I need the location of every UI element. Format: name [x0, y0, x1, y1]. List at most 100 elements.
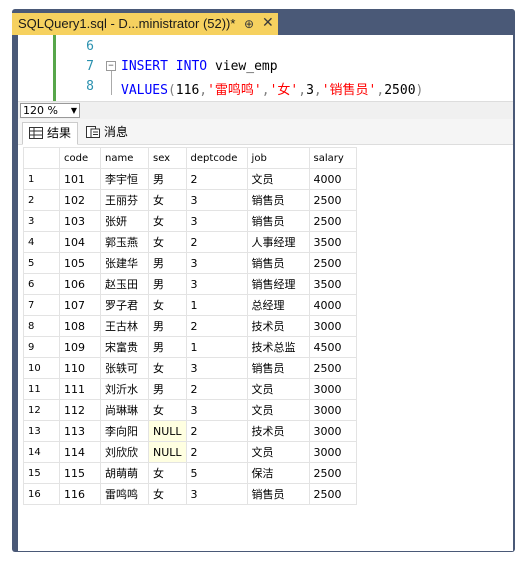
cell-salary[interactable]: 2500 — [308, 210, 357, 232]
cell-sex[interactable]: 女 — [148, 210, 187, 232]
cell-deptcode[interactable]: 1 — [185, 294, 248, 316]
cell-salary[interactable]: 2500 — [308, 462, 357, 484]
cell-salary[interactable]: 2500 — [308, 252, 357, 274]
cell-name[interactable]: 尚琳琳 — [100, 399, 149, 421]
cell-code[interactable]: 106 — [59, 273, 101, 295]
cell-deptcode[interactable]: 5 — [185, 462, 248, 484]
cell-job[interactable]: 人事经理 — [246, 231, 310, 253]
cell-code[interactable]: 114 — [59, 441, 101, 463]
cell-job[interactable]: 技术员 — [246, 420, 310, 442]
cell-code[interactable]: 102 — [59, 189, 101, 211]
row-number[interactable]: 5 — [23, 252, 60, 274]
table-row[interactable]: 9 109 宋富贵男 1 技术总监 4500 — [23, 336, 357, 358]
cell-sex[interactable]: 男 — [148, 315, 187, 337]
cell-deptcode[interactable]: 2 — [185, 168, 248, 190]
cell-sex[interactable]: 女 — [148, 189, 187, 211]
cell-code[interactable]: 105 — [59, 252, 101, 274]
sql-editor[interactable]: 6 7 8 − INSERT INTO view_emp VALUES(116,… — [18, 35, 513, 101]
row-number[interactable]: 9 — [23, 336, 60, 358]
row-number[interactable]: 16 — [23, 483, 60, 505]
cell-job[interactable]: 总经理 — [246, 294, 310, 316]
cell-deptcode[interactable]: 3 — [185, 483, 248, 505]
cell-deptcode[interactable]: 1 — [185, 336, 248, 358]
cell-sex[interactable]: 女 — [148, 357, 187, 379]
cell-job[interactable]: 保洁 — [246, 462, 310, 484]
table-row[interactable]: 11 111 刘沂水男 2 文员 3000 — [23, 378, 357, 400]
tab-messages[interactable]: 消息 — [80, 122, 134, 143]
cell-sex[interactable]: 女 — [148, 462, 187, 484]
table-row[interactable]: 3 103 张妍女 3 销售员 2500 — [23, 210, 357, 232]
table-row[interactable]: 6 106 赵玉田男 3 销售经理 3500 — [23, 273, 357, 295]
cell-sex[interactable]: 男 — [148, 378, 187, 400]
row-number[interactable]: 8 — [23, 315, 60, 337]
cell-deptcode[interactable]: 3 — [185, 252, 248, 274]
row-number[interactable]: 12 — [23, 399, 60, 421]
cell-salary[interactable]: 4000 — [308, 294, 357, 316]
row-number[interactable]: 13 — [23, 420, 60, 442]
cell-code[interactable]: 108 — [59, 315, 101, 337]
cell-deptcode[interactable]: 2 — [185, 231, 248, 253]
cell-salary[interactable]: 3500 — [308, 231, 357, 253]
cell-salary[interactable]: 3500 — [308, 273, 357, 295]
cell-name[interactable]: 李宇恒 — [100, 168, 149, 190]
row-number[interactable]: 7 — [23, 294, 60, 316]
cell-code[interactable]: 112 — [59, 399, 101, 421]
results-grid[interactable]: code name sex deptcode job salary 1 101 李宇… — [23, 147, 357, 505]
cell-sex[interactable]: 男 — [148, 252, 187, 274]
row-number[interactable]: 10 — [23, 357, 60, 379]
cell-name[interactable]: 刘欣欣 — [100, 441, 149, 463]
cell-salary[interactable]: 3000 — [308, 399, 357, 421]
cell-sex[interactable]: 男 — [148, 168, 187, 190]
column-header[interactable]: code — [59, 147, 101, 169]
cell-deptcode[interactable]: 3 — [185, 210, 248, 232]
table-row[interactable]: 16 116 雷鸣鸣女 3 销售员 2500 — [23, 483, 357, 505]
cell-sex[interactable]: 女 — [148, 483, 187, 505]
cell-salary[interactable]: 3000 — [308, 420, 357, 442]
row-number[interactable]: 1 — [23, 168, 60, 190]
cell-job[interactable]: 销售员 — [246, 252, 310, 274]
column-header[interactable]: salary — [308, 147, 357, 169]
cell-name[interactable]: 胡萌萌 — [100, 462, 149, 484]
cell-name[interactable]: 张妍 — [100, 210, 149, 232]
cell-job[interactable]: 技术员 — [246, 315, 310, 337]
close-icon[interactable]: ✕ — [262, 15, 274, 31]
pin-icon[interactable]: ⊕ — [244, 17, 254, 31]
table-row[interactable]: 14 114 刘欣欣 NULL 2 文员 3000 — [23, 441, 357, 463]
cell-sex[interactable]: 女 — [148, 231, 187, 253]
cell-deptcode[interactable]: 2 — [185, 378, 248, 400]
cell-salary[interactable]: 2500 — [308, 483, 357, 505]
cell-job[interactable]: 销售经理 — [246, 273, 310, 295]
cell-name[interactable]: 罗子君 — [100, 294, 149, 316]
cell-job[interactable]: 文员 — [246, 399, 310, 421]
cell-salary[interactable]: 4500 — [308, 336, 357, 358]
cell-job[interactable]: 销售员 — [246, 357, 310, 379]
tab-results[interactable]: 结果 — [22, 122, 79, 145]
cell-salary[interactable]: 2500 — [308, 189, 357, 211]
cell-code[interactable]: 115 — [59, 462, 101, 484]
query-tab[interactable]: SQLQuery1.sql - D...ministrator (52))* ⊕… — [12, 13, 278, 35]
cell-name[interactable]: 宋富贵 — [100, 336, 149, 358]
column-header[interactable]: job — [246, 147, 310, 169]
cell-name[interactable]: 王古林 — [100, 315, 149, 337]
row-number[interactable]: 4 — [23, 231, 60, 253]
cell-sex[interactable]: NULL — [148, 420, 187, 442]
cell-deptcode[interactable]: 2 — [185, 441, 248, 463]
row-number[interactable]: 14 — [23, 441, 60, 463]
cell-code[interactable]: 104 — [59, 231, 101, 253]
table-row[interactable]: 4 104 郭玉燕女 2 人事经理 3500 — [23, 231, 357, 253]
row-number[interactable]: 3 — [23, 210, 60, 232]
table-row[interactable]: 1 101 李宇恒男 2 文员 4000 — [23, 168, 357, 190]
cell-job[interactable]: 技术总监 — [246, 336, 310, 358]
cell-sex[interactable]: 男 — [148, 273, 187, 295]
column-header[interactable]: sex — [148, 147, 187, 169]
cell-deptcode[interactable]: 2 — [185, 315, 248, 337]
table-row[interactable]: 7 107 罗子君女 1 总经理 4000 — [23, 294, 357, 316]
cell-code[interactable]: 101 — [59, 168, 101, 190]
cell-code[interactable]: 103 — [59, 210, 101, 232]
cell-sex[interactable]: 男 — [148, 336, 187, 358]
cell-name[interactable]: 刘沂水 — [100, 378, 149, 400]
corner-cell[interactable] — [23, 147, 60, 169]
cell-deptcode[interactable]: 3 — [185, 189, 248, 211]
cell-sex[interactable]: NULL — [148, 441, 187, 463]
cell-salary[interactable]: 2500 — [308, 357, 357, 379]
